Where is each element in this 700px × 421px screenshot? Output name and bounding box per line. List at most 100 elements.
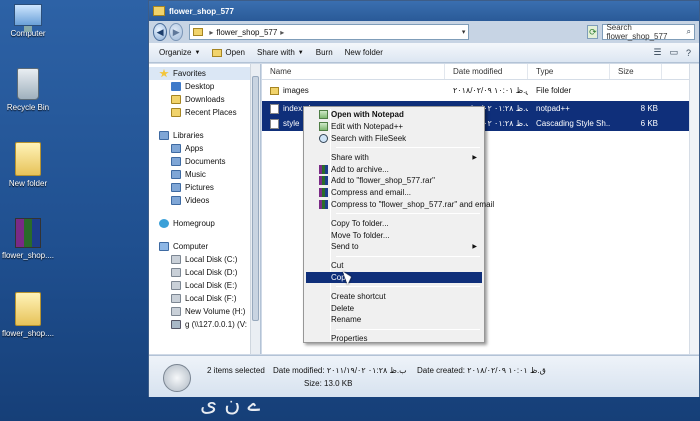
date-modified-value: ۲۰۱۱/۱۹/۰۲ ب.ظ ۰۱:۲۸: [326, 366, 407, 375]
desktop-icon-folder[interactable]: flower_shop....: [0, 292, 56, 338]
column-date-modified[interactable]: Date modified: [445, 64, 528, 79]
new-folder-button[interactable]: New folder: [345, 48, 383, 57]
menu-item-label: Search with FileSeek: [331, 133, 407, 143]
menu-item-properties[interactable]: Properties: [306, 333, 482, 345]
nav-pictures[interactable]: Pictures: [149, 181, 260, 194]
column-type[interactable]: Type: [528, 64, 610, 79]
disk-icon: [171, 294, 181, 303]
nav-homegroup[interactable]: Homegroup: [149, 217, 260, 230]
css-file-icon: [270, 118, 279, 129]
menu-item-move-to-folder[interactable]: Move To folder...: [306, 229, 482, 241]
help-icon[interactable]: ?: [686, 48, 691, 58]
file-row-images[interactable]: images ۲۰۱۸/۰۲/۰۹ ۱۰:۰۱ ق.ظ File folder: [262, 83, 699, 98]
nav-recent-places[interactable]: Recent Places: [149, 106, 260, 119]
desktop-icon-rar[interactable]: flower_shop....: [0, 218, 56, 260]
selection-size: Size: 13.0 KB: [304, 379, 353, 388]
menu-item-cut[interactable]: Cut: [306, 260, 482, 272]
folder-icon: [153, 6, 165, 16]
menu-separator: [336, 147, 480, 149]
submenu-arrow-icon: ▶: [472, 244, 477, 251]
menu-item-edit-with-notepad[interactable]: Edit with Notepad++: [306, 121, 482, 133]
column-name[interactable]: Name: [262, 64, 445, 79]
nav-disk-h[interactable]: New Volume (H:): [149, 305, 260, 318]
breadcrumb-folder[interactable]: flower_shop_577: [216, 28, 277, 37]
library-icon: [159, 131, 169, 140]
menu-item-label: Copy To folder...: [331, 218, 389, 228]
recycle-bin-icon: [17, 68, 39, 100]
forward-button[interactable]: ▶: [169, 23, 184, 41]
nav-computer[interactable]: Computer: [149, 240, 260, 253]
nav-favorites[interactable]: Favorites: [149, 67, 260, 80]
nav-scrollbar[interactable]: [250, 64, 260, 354]
search-input[interactable]: Search flower_shop_577 ⌕: [602, 23, 695, 41]
preview-pane-icon[interactable]: ▭: [669, 47, 678, 58]
menu-item-delete[interactable]: Delete: [306, 302, 482, 314]
menu-item-copy[interactable]: Copy: [306, 271, 482, 284]
menu-item-send-to[interactable]: Send to ▶: [306, 241, 482, 253]
rar-icon: [319, 176, 328, 186]
desktop-icon-label: New folder: [8, 179, 48, 188]
address-field[interactable]: ▸ flower_shop_577 ▸ ▾: [189, 24, 470, 40]
menu-item-compress-and-email[interactable]: Compress and email...: [306, 187, 482, 199]
menu-item-add-to-flower-shop-577-rar[interactable]: Add to "flower_shop_577.rar": [306, 175, 482, 187]
computer-icon: [14, 4, 42, 32]
desktop-icon-computer[interactable]: Computer: [0, 0, 56, 38]
menu-item-search-with-fileseek[interactable]: Search with FileSeek: [306, 133, 482, 145]
menu-item-create-shortcut[interactable]: Create shortcut: [306, 290, 482, 302]
folder-icon: [193, 28, 204, 36]
title-bar[interactable]: flower_shop_577: [149, 1, 699, 21]
nav-label: Local Disk (E:): [185, 281, 238, 290]
menu-separator: [336, 213, 480, 215]
burn-button[interactable]: Burn: [316, 48, 333, 57]
nav-disk-f[interactable]: Local Disk (F:): [149, 292, 260, 305]
menu-item-open-with-notepad[interactable]: Open with Notepad: [306, 109, 482, 121]
menu-item-copy-to-folder[interactable]: Copy To folder...: [306, 217, 482, 229]
nav-libraries[interactable]: Libraries: [149, 129, 260, 142]
refresh-button[interactable]: ⟳: [587, 25, 599, 39]
nav-label: Libraries: [173, 131, 204, 140]
nav-apps[interactable]: Apps: [149, 142, 260, 155]
nav-network-drive[interactable]: g (\\127.0.0.1) (V:: [149, 318, 260, 331]
nav-label: g (\\127.0.0.1) (V:: [185, 320, 247, 329]
nav-desktop[interactable]: Desktop: [149, 80, 260, 93]
menu-item-add-to-archive[interactable]: Add to archive...: [306, 163, 482, 175]
menu-item-rename[interactable]: Rename: [306, 314, 482, 326]
file-list-scrollbar[interactable]: [689, 64, 699, 354]
nav-disk-d[interactable]: Local Disk (D:): [149, 266, 260, 279]
menu-item-compress-to-flower-shop-577-rar-and-email[interactable]: Compress to "flower_shop_577.rar" and em…: [306, 199, 494, 211]
date-created-label: Date created:: [417, 366, 466, 375]
file-name: style: [283, 119, 300, 128]
nav-disk-c[interactable]: Local Disk (C:): [149, 253, 260, 266]
nav-label: Local Disk (F:): [185, 294, 237, 303]
view-options-icon[interactable]: ☰: [653, 47, 661, 58]
nav-documents[interactable]: Documents: [149, 155, 260, 168]
pictures-icon: [171, 183, 181, 192]
nav-downloads[interactable]: Downloads: [149, 93, 260, 106]
menu-item-label: Open with Notepad: [331, 110, 404, 120]
nav-label: Downloads: [185, 95, 225, 104]
open-button[interactable]: Open: [212, 48, 245, 57]
nav-music[interactable]: Music: [149, 168, 260, 181]
nav-videos[interactable]: Videos: [149, 194, 260, 207]
share-with-button[interactable]: Share with ▼: [257, 48, 304, 57]
column-headers: Name Date modified Type Size: [262, 64, 699, 80]
file-date: ۲۰۱۸/۰۲/۰۹ ۱۰:۰۱ ق.ظ: [453, 86, 528, 95]
chevron-down-icon: ▼: [297, 49, 304, 56]
organize-button[interactable]: Organize ▼: [159, 48, 200, 57]
menu-item-label: Cut: [331, 261, 344, 271]
nav-disk-e[interactable]: Local Disk (E:): [149, 279, 260, 292]
desktop-icon-recycle-bin[interactable]: Recycle Bin: [0, 68, 56, 112]
column-size[interactable]: Size: [610, 64, 662, 79]
address-dropdown-icon[interactable]: ▾: [462, 28, 466, 36]
menu-item-label: Move To folder...: [331, 230, 390, 240]
disk-icon: [171, 281, 181, 290]
menu-item-share-with[interactable]: Share with ▶: [306, 151, 482, 163]
library-icon: [171, 144, 181, 153]
scrollbar-thumb[interactable]: [252, 76, 259, 321]
date-modified: Date modified: ۲۰۱۱/۱۹/۰۲ ب.ظ ۰۱:۲۸: [273, 366, 407, 375]
menu-item-label: Edit with Notepad++: [331, 122, 404, 132]
open-label: Open: [225, 48, 245, 57]
file-type: File folder: [536, 86, 572, 95]
desktop-icon-new-folder[interactable]: New folder: [0, 142, 56, 188]
back-button[interactable]: ◀: [153, 23, 168, 41]
